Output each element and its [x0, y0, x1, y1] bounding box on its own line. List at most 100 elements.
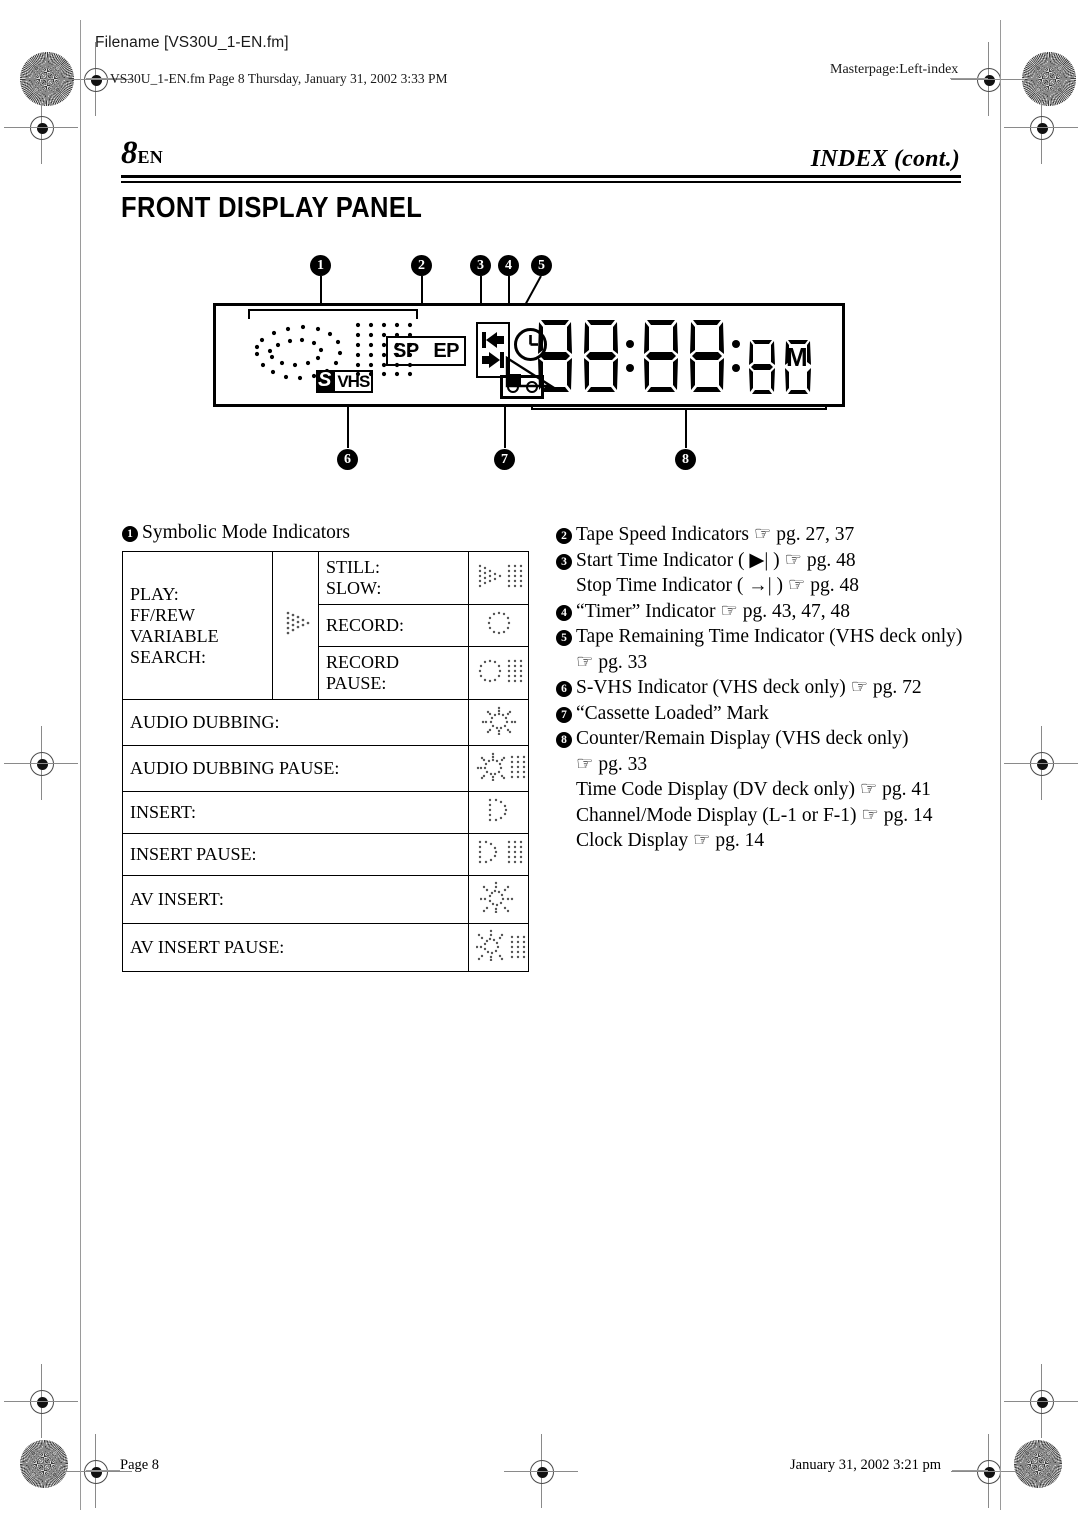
table-row: AV INSERT PAUSE:	[122, 923, 529, 972]
legend-text-7: “Cassette Loaded” Mark	[576, 702, 769, 724]
mode-group-label-line-3: SEARCH:	[130, 646, 207, 667]
legend-text-6: S-VHS Indicator (VHS deck only) ☞ pg. 72	[576, 677, 922, 698]
sub-mode-label-still-slow: STILL: SLOW:	[318, 551, 469, 605]
callout-8: 8	[675, 449, 696, 470]
page-number: 8	[121, 135, 138, 171]
trim-line-header-right	[950, 78, 988, 79]
registration-mark-footer-right	[951, 1434, 1025, 1508]
starburst-mark-bottom-left	[20, 1440, 68, 1488]
table-row: AUDIO DUBBING PAUSE:	[122, 745, 529, 792]
registration-mark-mid-left	[4, 726, 78, 800]
running-head: INDEX (cont.)	[810, 146, 960, 172]
print-masterpage-label: Masterpage:Left-index	[830, 62, 959, 77]
left-column-heading: 1 Symbolic Mode Indicators	[122, 522, 532, 544]
stop-time-arrow-icon	[482, 352, 504, 368]
cassette-reel-left	[506, 381, 519, 393]
print-fm-info: VS30U_1-EN.fm Page 8 Thursday, January 3…	[110, 71, 448, 86]
registration-mark-top-left-2	[4, 90, 78, 164]
av-insert-star-dotted-icon	[468, 875, 529, 924]
front-display-panel-artwork: S VHS SP EP M	[213, 303, 845, 407]
registration-mark-footer-center	[504, 1434, 578, 1508]
page-locale: EN	[137, 147, 164, 167]
table-row: PLAY: FF/REW VARIABLE SEARCH: STILL: SLO…	[122, 551, 529, 700]
trim-line-right	[1000, 20, 1001, 1510]
footer-timestamp: January 31, 2002 3:21 pm	[790, 1457, 942, 1473]
table-row: INSERT PAUSE:	[122, 833, 529, 876]
mode-label-audio-dubbing: AUDIO DUBBING:	[122, 699, 469, 746]
callout-1-leader	[320, 276, 322, 306]
legend-item-8: 8 Counter/Remain Display (VHS deck only)	[556, 726, 986, 752]
legend-item-3: 3 Start Time Indicator ( ▶| ) ☞ pg. 48	[556, 548, 986, 574]
header-rule-top	[121, 175, 961, 178]
legend-marker-8: 8	[556, 732, 572, 748]
callout-5: 5	[531, 255, 552, 276]
sub-mode-label-slow: SLOW:	[326, 578, 382, 598]
header-rule-bottom	[121, 181, 961, 183]
starburst-mark-bottom-right	[1014, 1440, 1062, 1488]
left-heading-marker: 1	[122, 526, 138, 542]
callout-7: 7	[494, 449, 515, 470]
legend-item-8-line3: Time Code Display (DV deck only) ☞ pg. 4…	[576, 779, 931, 800]
record-pause-dotted-icon	[468, 646, 529, 700]
symbolic-mode-indicators-table: PLAY: FF/REW VARIABLE SEARCH: STILL: SLO…	[122, 551, 529, 972]
av-insert-pause-dotted-icon	[468, 923, 529, 972]
registration-mark-footer-left	[58, 1434, 132, 1508]
trim-line-footer-right	[952, 1470, 988, 1471]
registration-mark-top-right-2	[1004, 90, 1078, 164]
mode-group-label: PLAY: FF/REW VARIABLE SEARCH:	[122, 551, 273, 700]
mode-group-label-line-1: PLAY:	[130, 583, 179, 604]
legend-item-4: 4 “Timer” Indicator ☞ pg. 43, 47, 48	[556, 599, 986, 625]
callout-2: 2	[411, 255, 432, 276]
mode-label-av-insert-pause: AV INSERT PAUSE:	[122, 923, 469, 972]
record-circle-dotted-icon	[468, 604, 529, 647]
mode-label-insert-pause: INSERT PAUSE:	[122, 833, 469, 876]
callout-6: 6	[337, 449, 358, 470]
callout-1: 1	[310, 255, 331, 276]
insert-pause-dotted-icon	[468, 833, 529, 876]
legend-item-3-line2: Stop Time Indicator ( →| ) ☞ pg. 48	[576, 575, 860, 596]
starburst-mark-top-right	[1022, 52, 1076, 106]
mode-label-av-insert: AV INSERT:	[122, 875, 469, 924]
legend-marker-7: 7	[556, 706, 572, 723]
registration-mark-bottom-left	[4, 1364, 78, 1438]
svhs-vhs-letters: VHS	[333, 370, 374, 393]
legend-text-8a: Counter/Remain Display (VHS deck only)	[576, 728, 909, 749]
print-filename-label: Filename [VS30U_1-EN.fm]	[95, 34, 289, 51]
symbolic-mode-indicators-section: 1 Symbolic Mode Indicators PLAY: FF/REW V…	[122, 522, 532, 972]
sub-mode-label-record-pause: RECORD PAUSE:	[318, 646, 469, 700]
callout-7-leader	[504, 400, 506, 448]
mode-label-audio-dubbing-pause: AUDIO DUBBING PAUSE:	[122, 745, 469, 792]
play-pause-dotted-icon	[468, 551, 529, 605]
legend-text-3a: Start Time Indicator ( ▶| ) ☞ pg. 48	[576, 549, 856, 571]
sub-mode-label-still: STILL:	[326, 557, 380, 577]
table-row: AUDIO DUBBING:	[122, 699, 529, 746]
legend-item-2: 2 Tape Speed Indicators ☞ pg. 27, 37	[556, 522, 986, 548]
legend-item-7: 7 “Cassette Loaded” Mark	[556, 701, 986, 727]
footer-page-label: Page 8	[120, 1457, 160, 1473]
legend-text-4: “Timer” Indicator ☞ pg. 43, 47, 48	[576, 600, 851, 622]
callout-8-leader	[685, 410, 687, 448]
mode-group-label-line-2: FF/REW VARIABLE	[130, 604, 219, 646]
svhs-s-letter: S	[316, 369, 334, 393]
legend-item-5: 5 Tape Remaining Time Indicator (VHS deck…	[556, 624, 986, 650]
tape-speed-sp: SP	[393, 339, 419, 362]
legend-marker-4: 4	[556, 604, 572, 621]
legend-text-5a: Tape Remaining Time Indicator (VHS deck …	[576, 626, 963, 647]
legend-item-8-line4: Channel/Mode Display (L-1 or F-1) ☞ pg. …	[576, 804, 933, 826]
legend-text-2: Tape Speed Indicators ☞ pg. 27, 37	[576, 524, 855, 545]
legend-item-8-line5: Clock Display ☞ pg. 14	[576, 830, 765, 851]
legend-item-5-line2: ☞ pg. 33	[576, 651, 648, 673]
insert-c-dotted-icon	[468, 791, 529, 834]
legend-item-6: 6 S-VHS Indicator (VHS deck only) ☞ pg. 7…	[556, 675, 986, 701]
tape-speed-ep: EP	[433, 339, 459, 362]
play-triangle-dotted-icon	[272, 551, 319, 700]
segment-display-m-label: M	[786, 342, 808, 372]
audio-dub-pause-dotted-icon	[468, 745, 529, 792]
counter-segment-display: M	[538, 320, 811, 394]
audio-dub-star-dotted-icon	[468, 699, 529, 746]
mode-label-insert: INSERT:	[122, 791, 469, 834]
legend-marker-6: 6	[556, 681, 572, 697]
left-heading-text: Symbolic Mode Indicators	[142, 522, 350, 543]
svhs-logo: S VHS	[316, 369, 374, 393]
page-number-block: 8EN	[121, 135, 163, 172]
